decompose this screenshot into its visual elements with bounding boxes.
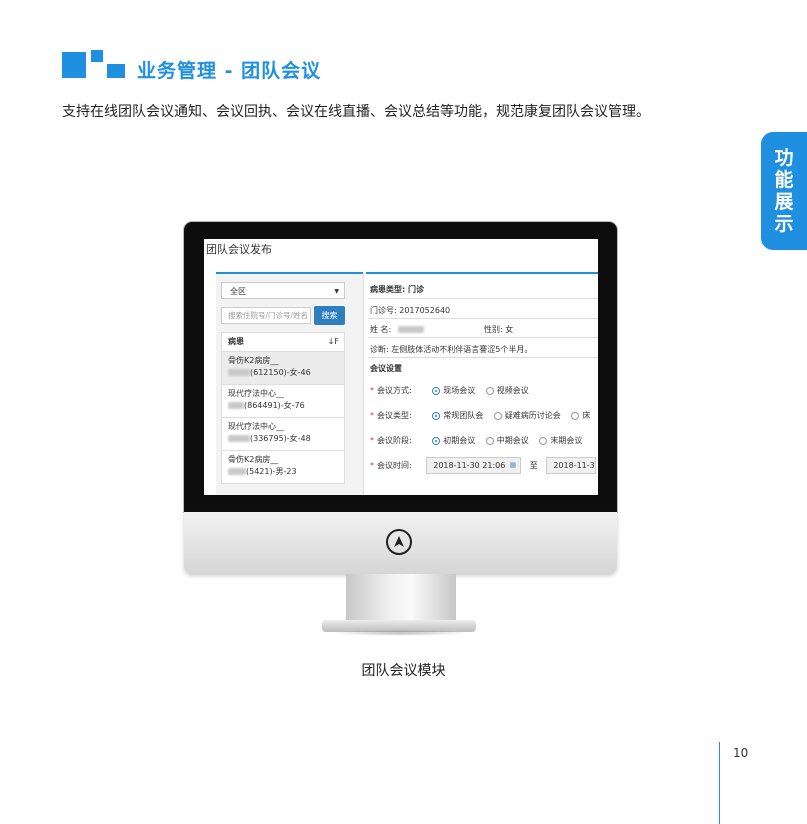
monitor-shadow [330, 630, 470, 636]
list-header-label: 病患 [228, 337, 244, 346]
meeting-form: 病患类型: 门诊 门诊号: 2017052640 姓 名: 性别: 女 诊断: … [366, 274, 598, 495]
radio-video[interactable] [485, 386, 494, 395]
meeting-type-label: 会议类型: [377, 411, 412, 420]
patient-info: (612150)-女-46 [250, 368, 311, 377]
divider [368, 337, 598, 338]
figure-caption: 团队会议模块 [361, 663, 446, 679]
redacted-name [228, 435, 250, 442]
patient-info: (336795)-女-48 [250, 434, 311, 443]
meeting-stage-row: * 会议阶段: 初期会议 中期会议 末期会议 [370, 435, 582, 446]
required-marker: * [370, 436, 374, 445]
meeting-mode-row: * 会议方式: 现场会议 视频会议 [370, 385, 529, 396]
radio-label: 中期会议 [496, 436, 529, 445]
gender: 性别: 女 [484, 325, 514, 334]
required-marker: * [370, 461, 374, 470]
side-tab-features[interactable]: 功 能 展 示 [761, 132, 807, 250]
start-time-value: 2018-11-30 21:06 [433, 461, 506, 470]
logo-block [62, 52, 86, 78]
name-label: 姓 名: [370, 325, 392, 334]
radio-regular[interactable] [432, 411, 441, 420]
patient-type-label: 病患类型: [370, 285, 406, 294]
redacted-name [228, 369, 250, 376]
search-button[interactable]: 搜索 [314, 306, 345, 325]
divider [368, 318, 598, 319]
brand-logo-icon [386, 529, 412, 555]
list-item[interactable]: 骨伤K2病房__ (5421)-男-23 [221, 451, 345, 484]
side-tab-char: 示 [774, 213, 794, 235]
meeting-type-row: * 会议类型: 常规团队会 疑难病历讨论会 床 [370, 410, 590, 421]
logo-block [107, 64, 125, 78]
divider [368, 357, 598, 358]
patient-list-header: 病患 ↓F [221, 332, 345, 352]
redacted-name [397, 326, 424, 333]
radio-final[interactable] [539, 436, 548, 445]
patient-info: (5421)-男-23 [246, 467, 297, 476]
side-tab-char: 展 [774, 191, 794, 213]
page-description: 支持在线团队会议通知、会议回执、会议在线直播、会议总结等功能，规范康复团队会议管… [62, 104, 650, 120]
radio-initial[interactable] [432, 436, 441, 445]
radio-label: 现场会议 [443, 386, 476, 395]
radio-label: 末期会议 [550, 436, 583, 445]
patient-type-value: 门诊 [408, 285, 424, 294]
required-marker: * [370, 386, 374, 395]
meeting-mode-label: 会议方式: [377, 386, 412, 395]
calendar-icon[interactable]: ▦ [510, 458, 517, 473]
region-select[interactable]: 全区 ▼ [221, 282, 345, 299]
side-tab-char: 能 [774, 169, 794, 191]
divider [368, 298, 598, 299]
monitor-chin [184, 512, 617, 574]
start-time-input[interactable]: 2018-11-30 21:06 ▦ [426, 457, 522, 474]
patient-ward: 现代疗法中心__ [228, 422, 284, 431]
side-tab-char: 功 [774, 147, 794, 169]
redacted-name [228, 468, 246, 475]
end-time-value: 2018-11-3 [553, 461, 595, 470]
header-logo [62, 50, 132, 80]
patient-ward: 现代疗法中心__ [228, 389, 284, 398]
diagnosis: 诊断: 左侧肢体活动不利伴语言謇涩5个半月。 [370, 345, 533, 354]
meeting-time-label: 会议时间: [377, 461, 412, 470]
region-select-value: 全区 [230, 287, 246, 296]
radio-label: 视频会议 [496, 386, 529, 395]
radio-label: 床 [582, 411, 591, 420]
range-separator: 至 [529, 461, 538, 470]
meeting-time-row: * 会议时间: 2018-11-30 21:06 ▦ 至 2018-11-3 [370, 457, 597, 474]
search-placeholder: 搜索住院号/门诊号/姓名 [228, 311, 309, 320]
patient-ward: 骨伤K2病房__ [228, 455, 279, 464]
page-number: 10 [733, 746, 749, 760]
list-item[interactable]: 现代疗法中心__ (336795)-女-48 [221, 418, 345, 451]
radio-difficult-case[interactable] [493, 411, 502, 420]
search-input[interactable]: 搜索住院号/门诊号/姓名 [221, 307, 311, 324]
page-title: 业务管理 - 团队会议 [137, 60, 322, 82]
redacted-name [228, 402, 244, 409]
sort-icon[interactable]: ↓F [328, 333, 339, 351]
logo-block [91, 50, 103, 62]
meeting-stage-label: 会议阶段: [377, 436, 412, 445]
required-marker: * [370, 411, 374, 420]
window-title: 团队会议发布 [206, 243, 272, 256]
screen: 团队会议发布 全区 ▼ 搜索住院号/门诊号/姓名 搜索 病患 ↓F 骨伤K2病房… [204, 239, 598, 495]
radio-middle[interactable] [485, 436, 494, 445]
radio-label: 初期会议 [443, 436, 476, 445]
section-title: 会议设置 [370, 364, 402, 373]
radio-label: 常规团队会 [443, 411, 484, 420]
patient-ward: 骨伤K2病房__ [228, 356, 279, 365]
chevron-down-icon: ▼ [334, 288, 339, 295]
outpatient-number: 门诊号: 2017052640 [370, 306, 451, 315]
radio-label: 疑难病历讨论会 [504, 411, 561, 420]
patient-panel: 全区 ▼ 搜索住院号/门诊号/姓名 搜索 病患 ↓F 骨伤K2病房__ (612… [216, 274, 364, 495]
radio-onsite[interactable] [432, 386, 441, 395]
page-divider [719, 742, 720, 824]
patient-type: 病患类型: 门诊 [370, 284, 424, 295]
patient-info: (864491)-女-76 [244, 401, 305, 410]
list-item[interactable]: 现代疗法中心__ (864491)-女-76 [221, 385, 345, 418]
radio-bedside[interactable] [571, 411, 580, 420]
name-row: 姓 名: [370, 324, 424, 335]
end-time-input[interactable]: 2018-11-3 [546, 457, 597, 474]
list-item[interactable]: 骨伤K2病房__ (612150)-女-46 [221, 352, 345, 385]
